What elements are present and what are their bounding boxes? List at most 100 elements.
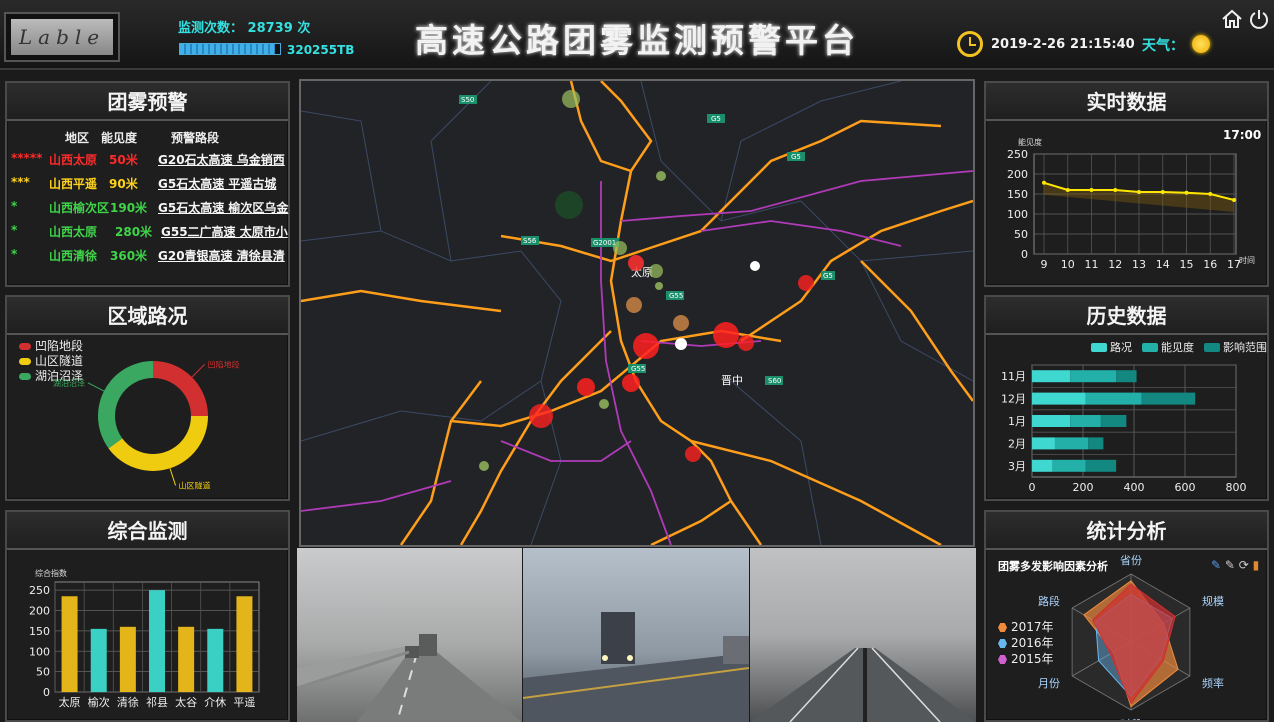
fog-highway-photo-1 — [297, 548, 522, 722]
photo-image — [297, 548, 522, 722]
current-time: 21:15:40 — [1070, 37, 1135, 52]
bar-segment[interactable] — [1116, 370, 1137, 383]
fog-marker[interactable] — [599, 399, 609, 409]
fog-marker[interactable] — [577, 378, 595, 396]
fog-marker[interactable] — [685, 446, 701, 462]
bar[interactable] — [207, 628, 224, 692]
fog-highway-photo-2 — [523, 548, 749, 722]
fog-marker[interactable] — [555, 191, 583, 219]
bar[interactable] — [61, 596, 78, 692]
warning-row[interactable]: * 山西榆次区 190米 G5石太高速 榆次区乌金 — [11, 199, 288, 219]
bar[interactable] — [236, 596, 253, 692]
data-point[interactable] — [1137, 190, 1141, 194]
y-tick-label: 100 — [1007, 208, 1028, 221]
data-point[interactable] — [1184, 190, 1189, 195]
warning-region: 山西太原 — [49, 225, 98, 239]
header-bar: Lable 监测次数： 28739 次 320255TB 高速公路团雾监测预警平… — [0, 0, 1274, 70]
fog-marker[interactable] — [798, 275, 814, 291]
data-point[interactable] — [1089, 188, 1094, 192]
bar-segment[interactable] — [1032, 437, 1055, 450]
x-tick-label: 800 — [1226, 481, 1247, 494]
warning-region: 山西平遥 — [49, 177, 98, 191]
data-point[interactable] — [1042, 180, 1046, 185]
warning-level: * — [11, 223, 18, 237]
warning-row[interactable]: * 山西清徐 360米 G20青银高速 清徐县清 — [11, 247, 287, 267]
bar-segment[interactable] — [1032, 392, 1086, 405]
warning-row[interactable]: ***** 山西太原 50米 G20石太高速 乌金销西 — [11, 151, 287, 171]
road-shield-label: G2001 — [593, 239, 616, 247]
donut-slice[interactable] — [98, 361, 153, 449]
map-view[interactable]: 太原 晋中 S50 G5 G5 S56 G2001 G55 G55 S60 G5 — [299, 79, 975, 547]
bar-segment[interactable] — [1032, 459, 1053, 472]
donut-slice[interactable] — [108, 416, 208, 471]
bar[interactable] — [178, 626, 195, 692]
bar-segment[interactable] — [1054, 437, 1089, 450]
road-status-donut: 凹陷地段山区隧道 湖泊沼泽 — [53, 359, 240, 490]
x-tick-label: 9 — [1041, 258, 1048, 271]
warning-route[interactable]: G5石太高速 榆次区乌金 — [158, 199, 288, 216]
x-tick-label: 太谷 — [175, 696, 197, 709]
weather-label: 天气： — [1142, 38, 1184, 54]
warning-route[interactable]: G5石太高速 平遥古城 — [158, 175, 276, 192]
bar-segment[interactable] — [1085, 459, 1117, 472]
legend-label[interactable]: 路况 — [1110, 341, 1132, 354]
fog-marker[interactable] — [628, 255, 644, 271]
legend-label[interactable]: 影响范围 — [1223, 340, 1267, 354]
bar-segment[interactable] — [1141, 392, 1196, 405]
map-canvas[interactable]: 太原 晋中 S50 G5 G5 S56 G2001 G55 G55 S60 G5 — [301, 81, 973, 545]
legend-label[interactable]: 能见度 — [1161, 340, 1194, 354]
y-tick-label: 150 — [29, 625, 50, 638]
bar-segment[interactable] — [1052, 459, 1086, 472]
y-tick-label: 2月 — [1008, 437, 1026, 450]
data-point[interactable] — [1065, 188, 1070, 192]
data-point[interactable] — [1160, 190, 1165, 194]
bar-segment[interactable] — [1085, 392, 1142, 405]
fog-marker[interactable] — [626, 297, 642, 313]
warning-route[interactable]: G55二广高速 太原市小 — [161, 223, 288, 240]
radar-axis-label: 路段 — [1038, 594, 1060, 608]
x-tick-label: 10 — [1061, 258, 1075, 271]
data-point[interactable] — [1113, 188, 1118, 192]
fog-marker[interactable] — [738, 335, 754, 351]
fog-marker[interactable] — [713, 322, 739, 348]
home-icon[interactable] — [1221, 8, 1243, 30]
bar-segment[interactable] — [1032, 370, 1071, 383]
fog-marker[interactable] — [529, 404, 553, 428]
bar-segment[interactable] — [1100, 415, 1127, 427]
photo-image — [523, 548, 749, 722]
fog-marker[interactable] — [656, 171, 666, 181]
legend-swatch[interactable] — [1142, 343, 1158, 352]
legend-swatch[interactable] — [1204, 343, 1220, 352]
fog-marker[interactable] — [673, 315, 689, 331]
fog-warning-panel: 团雾预警 地区 能见度 预警路段 ***** 山西太原 50米 G20石太高速 乌金销… — [5, 81, 290, 287]
warning-region: 山西太原 — [49, 153, 98, 167]
bar[interactable] — [149, 590, 165, 692]
warning-route[interactable]: G20石太高速 乌金销西 — [158, 151, 285, 168]
warning-route[interactable]: G20青银高速 清徐县清 — [158, 247, 285, 264]
fog-marker[interactable] — [655, 282, 663, 290]
power-icon[interactable] — [1248, 8, 1270, 30]
fog-marker[interactable] — [633, 333, 659, 359]
road-shield-label: S60 — [768, 377, 781, 385]
legend-swatch[interactable] — [1091, 343, 1107, 352]
fog-marker[interactable] — [613, 241, 627, 255]
data-point[interactable] — [1208, 192, 1213, 196]
bar[interactable] — [119, 626, 136, 692]
warning-visibility: 190米 — [110, 201, 148, 215]
comprehensive-bar-chart: 综合指数 250 200 150 100 50 0 太原 榆次 清徐 祁县 太谷 介休 平遥 — [29, 568, 260, 709]
bar-segment[interactable] — [1032, 415, 1071, 427]
stats-title: 统计分析 — [986, 512, 1267, 550]
data-point[interactable] — [1232, 198, 1236, 202]
bar-segment[interactable] — [1088, 437, 1104, 450]
warning-row[interactable]: *** 山西平遥 90米 G5石太高速 平遥古城 — [11, 175, 287, 195]
fog-marker[interactable] — [649, 264, 663, 278]
fog-marker[interactable] — [622, 374, 640, 392]
bar-segment[interactable] — [1070, 370, 1117, 383]
bar-segment[interactable] — [1070, 415, 1101, 427]
donut-slice-label: 山区隧道 — [179, 480, 211, 490]
warning-row[interactable]: * 山西太原 280米 G55二广高速 太原市小 — [11, 223, 288, 243]
fog-marker[interactable] — [479, 461, 489, 471]
x-tick-label: 平遥 — [233, 696, 255, 709]
fog-marker[interactable] — [562, 90, 580, 108]
bar[interactable] — [90, 628, 107, 692]
